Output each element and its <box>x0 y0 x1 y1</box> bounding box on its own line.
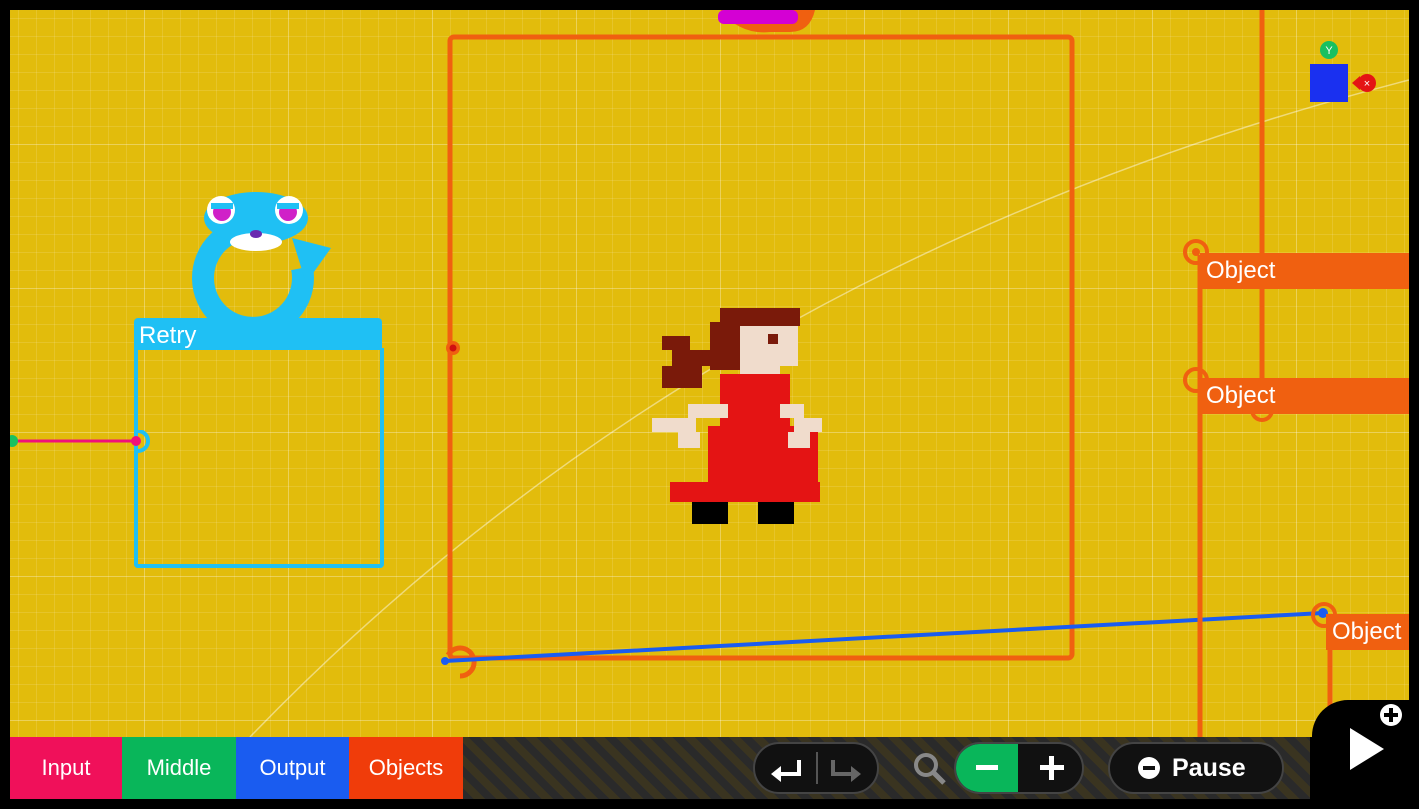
object-node-label: Object <box>1206 257 1276 284</box>
undo-icon[interactable] <box>769 754 805 782</box>
object-node-3[interactable]: Object <box>1326 614 1409 650</box>
retry-node-body[interactable] <box>134 348 384 568</box>
object-node-label: Object <box>1206 382 1276 409</box>
zoom-group <box>954 742 1084 794</box>
tab-objects[interactable]: Objects <box>349 737 463 799</box>
tab-output[interactable]: Output <box>236 737 349 799</box>
game-screen: Retry Object Object Object Y × Input Mid… <box>0 0 1419 809</box>
zoom-out-button[interactable] <box>956 744 1018 792</box>
plus-icon[interactable] <box>1380 704 1402 726</box>
tab-middle[interactable]: Middle <box>122 737 236 799</box>
retry-node-label: Retry <box>139 322 197 349</box>
zoom-in-button[interactable] <box>1018 744 1082 792</box>
object-node-1[interactable]: Object <box>1200 253 1409 289</box>
frame-input-port[interactable] <box>444 338 464 358</box>
pink-wire <box>10 430 150 453</box>
retry-node-header[interactable]: Retry <box>134 318 382 350</box>
pause-button[interactable]: Pause <box>1108 742 1284 794</box>
object-node-label: Object <box>1332 618 1402 645</box>
svg-text:Y: Y <box>1325 45 1333 57</box>
zoom-icon <box>914 753 946 785</box>
character-sprite[interactable] <box>650 306 830 528</box>
zoom-out-icon <box>976 765 998 770</box>
redo-icon[interactable] <box>827 754 863 782</box>
retry-mascot-icon <box>192 192 331 323</box>
camera-hint: Y × <box>1310 41 1376 102</box>
minus-circle-icon <box>1138 757 1160 779</box>
play-button[interactable] <box>1312 700 1419 809</box>
pause-label: Pause <box>1172 754 1246 782</box>
play-icon <box>1350 728 1384 770</box>
object-node-2[interactable]: Object <box>1200 378 1409 414</box>
divider <box>816 752 818 784</box>
tab-input[interactable]: Input <box>10 737 122 799</box>
zoom-in-icon <box>1040 756 1064 780</box>
bottom-toolbar: Input Middle Output Objects Pause <box>10 737 1310 799</box>
svg-text:×: × <box>1364 78 1370 90</box>
undo-redo-group <box>753 742 879 794</box>
node-canvas[interactable]: Retry Object Object Object Y × <box>10 10 1409 737</box>
